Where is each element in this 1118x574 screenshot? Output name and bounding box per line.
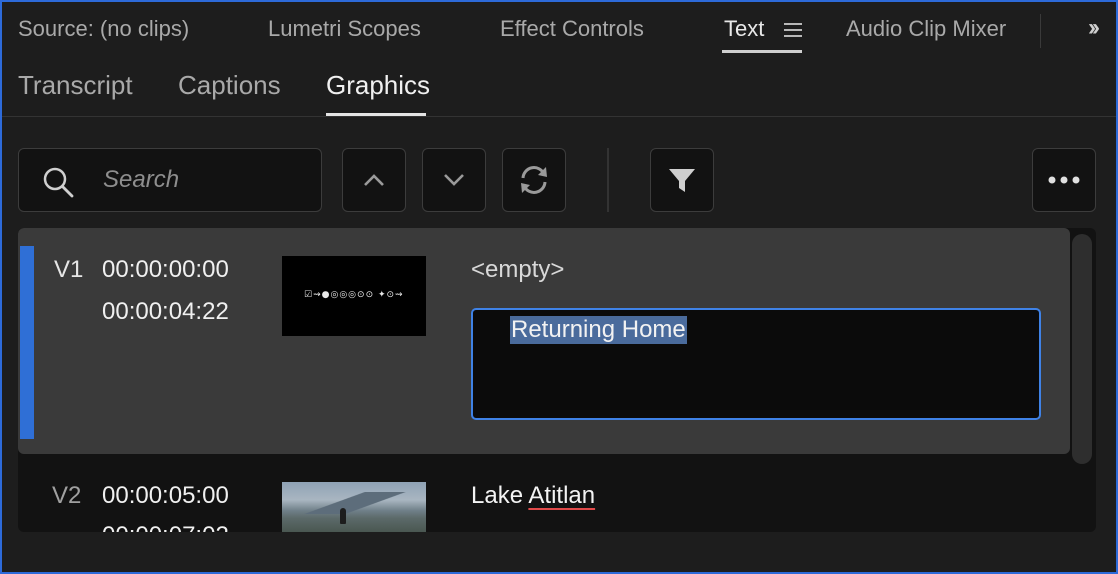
chevron-up-icon <box>364 174 384 186</box>
search-box[interactable] <box>18 148 322 212</box>
more-icon <box>1048 176 1080 184</box>
in-timecode: 00:00:05:00 <box>102 482 229 509</box>
refresh-icon <box>521 166 547 194</box>
graphics-list: V1 00:00:00:00 00:00:04:22 ☑⇝●◎◎◎⊙⊙ ✦⊙⇝ … <box>18 228 1096 532</box>
text-word: Lake <box>471 482 524 509</box>
clip-thumbnail <box>282 482 426 532</box>
tab-effect-controls[interactable]: Effect Controls <box>500 16 644 42</box>
out-timecode: 00:00:07:02 <box>102 522 229 532</box>
text-edit-field[interactable]: Returning Home <box>471 308 1041 420</box>
clip-thumbnail: ☑⇝●◎◎◎⊙⊙ ✦⊙⇝ <box>282 256 426 336</box>
graphics-text-panel: Source: (no clips) Lumetri Scopes Effect… <box>0 0 1118 574</box>
more-options-button[interactable] <box>1032 148 1096 212</box>
scrollbar[interactable] <box>1072 234 1092 464</box>
search-input[interactable] <box>103 163 303 197</box>
tab-divider <box>1040 14 1041 48</box>
tab-transcript[interactable]: Transcript <box>18 70 133 101</box>
toolbar-divider <box>607 148 609 212</box>
active-tab-indicator <box>722 50 802 53</box>
subtab-divider <box>2 116 1116 117</box>
previous-button[interactable] <box>342 148 406 212</box>
chevron-down-icon <box>444 174 464 186</box>
tab-text[interactable]: Text <box>724 16 764 42</box>
out-timecode: 00:00:04:22 <box>102 298 229 325</box>
graphic-text[interactable]: Lake Atitlan <box>471 482 595 510</box>
list-item[interactable]: V1 00:00:00:00 00:00:04:22 ☑⇝●◎◎◎⊙⊙ ✦⊙⇝ … <box>18 228 1070 454</box>
tab-graphics[interactable]: Graphics <box>326 70 430 101</box>
track-label: V1 <box>54 256 84 283</box>
tab-captions[interactable]: Captions <box>178 70 281 101</box>
misspelled-word: Atitlan <box>528 482 596 509</box>
next-button[interactable] <box>422 148 486 212</box>
selected-text[interactable]: Returning Home <box>510 316 687 344</box>
double-chevron-right-icon[interactable]: ›› <box>1088 14 1100 42</box>
search-icon <box>43 167 74 198</box>
tab-source[interactable]: Source: (no clips) <box>18 16 189 42</box>
tab-lumetri-scopes[interactable]: Lumetri Scopes <box>268 16 421 42</box>
filter-button[interactable] <box>650 148 714 212</box>
refresh-button[interactable] <box>502 148 566 212</box>
panel-menu-icon[interactable] <box>784 23 802 37</box>
tab-audio-clip-mixer[interactable]: Audio Clip Mixer <box>846 16 1006 42</box>
selection-indicator <box>20 246 34 439</box>
layer-label: <empty> <box>471 256 565 283</box>
track-label: V2 <box>52 482 82 509</box>
panel-tab-bar: Source: (no clips) Lumetri Scopes Effect… <box>2 2 1116 60</box>
in-timecode: 00:00:00:00 <box>102 256 229 283</box>
filter-icon <box>669 169 695 192</box>
